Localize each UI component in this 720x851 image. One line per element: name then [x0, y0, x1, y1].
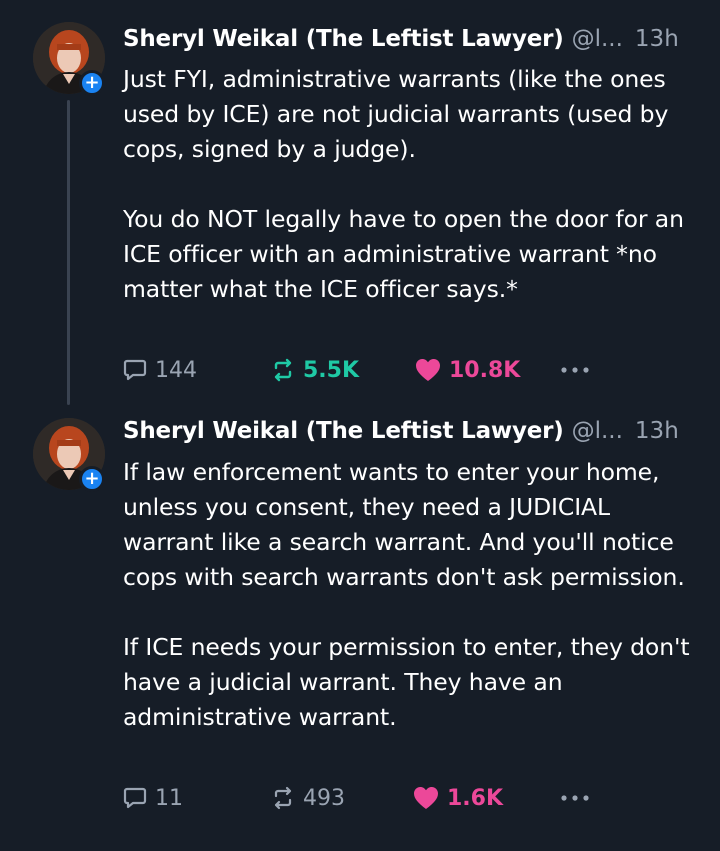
repost-count: 5.5K	[303, 357, 360, 383]
post-header: Sheryl Weikal (The Leftist Lawyer) @l...…	[123, 418, 692, 452]
author-handle[interactable]: @l...	[572, 26, 623, 52]
post-body: If law enforcement wants to enter your h…	[123, 455, 698, 735]
post-timestamp[interactable]: 13h	[635, 26, 679, 52]
post-paragraph: If ICE needs your permission to enter, t…	[123, 633, 690, 731]
more-options-button[interactable]	[560, 350, 597, 390]
post-paragraph: You do NOT legally have to open the door…	[123, 205, 684, 303]
follow-plus-icon[interactable]: +	[79, 70, 105, 96]
heart-icon	[414, 787, 438, 809]
more-options-button[interactable]	[560, 778, 597, 818]
thread-connector-line	[67, 100, 70, 405]
repost-icon	[274, 358, 292, 382]
reply-icon	[123, 359, 147, 381]
post-body: Just FYI, administrative warrants (like …	[123, 62, 698, 307]
like-button[interactable]: 10.8K	[414, 350, 520, 390]
post-paragraph: Just FYI, administrative warrants (like …	[123, 65, 669, 163]
more-options-icon	[561, 795, 589, 801]
reply-icon	[123, 787, 147, 809]
author-display-name[interactable]: Sheryl Weikal (The Leftist Lawyer)	[123, 418, 564, 444]
author-display-name[interactable]: Sheryl Weikal (The Leftist Lawyer)	[123, 26, 564, 52]
author-handle[interactable]: @l...	[572, 418, 623, 444]
repost-button[interactable]: 5.5K	[270, 350, 359, 390]
post-header: Sheryl Weikal (The Leftist Lawyer) @l...…	[123, 26, 692, 60]
post-timestamp[interactable]: 13h	[635, 418, 679, 444]
post-actions: 144 5.5K 10.8K	[122, 350, 602, 390]
post-actions: 11 493 1.6K	[122, 778, 602, 818]
reply-count: 144	[155, 357, 197, 383]
reply-count: 11	[155, 785, 183, 811]
more-options-icon	[561, 367, 589, 373]
like-count: 1.6K	[447, 785, 504, 811]
heart-icon	[416, 359, 440, 381]
reply-button[interactable]: 144	[122, 350, 197, 390]
reply-button[interactable]: 11	[122, 778, 183, 818]
repost-button[interactable]: 493	[270, 778, 345, 818]
like-count: 10.8K	[449, 357, 521, 383]
post-paragraph: If law enforcement wants to enter your h…	[123, 458, 685, 591]
author-avatar[interactable]: +	[33, 418, 105, 492]
repost-count: 493	[303, 785, 345, 811]
repost-icon	[274, 786, 292, 810]
like-button[interactable]: 1.6K	[412, 778, 503, 818]
follow-plus-icon[interactable]: +	[79, 466, 105, 492]
author-avatar[interactable]: +	[33, 22, 105, 96]
